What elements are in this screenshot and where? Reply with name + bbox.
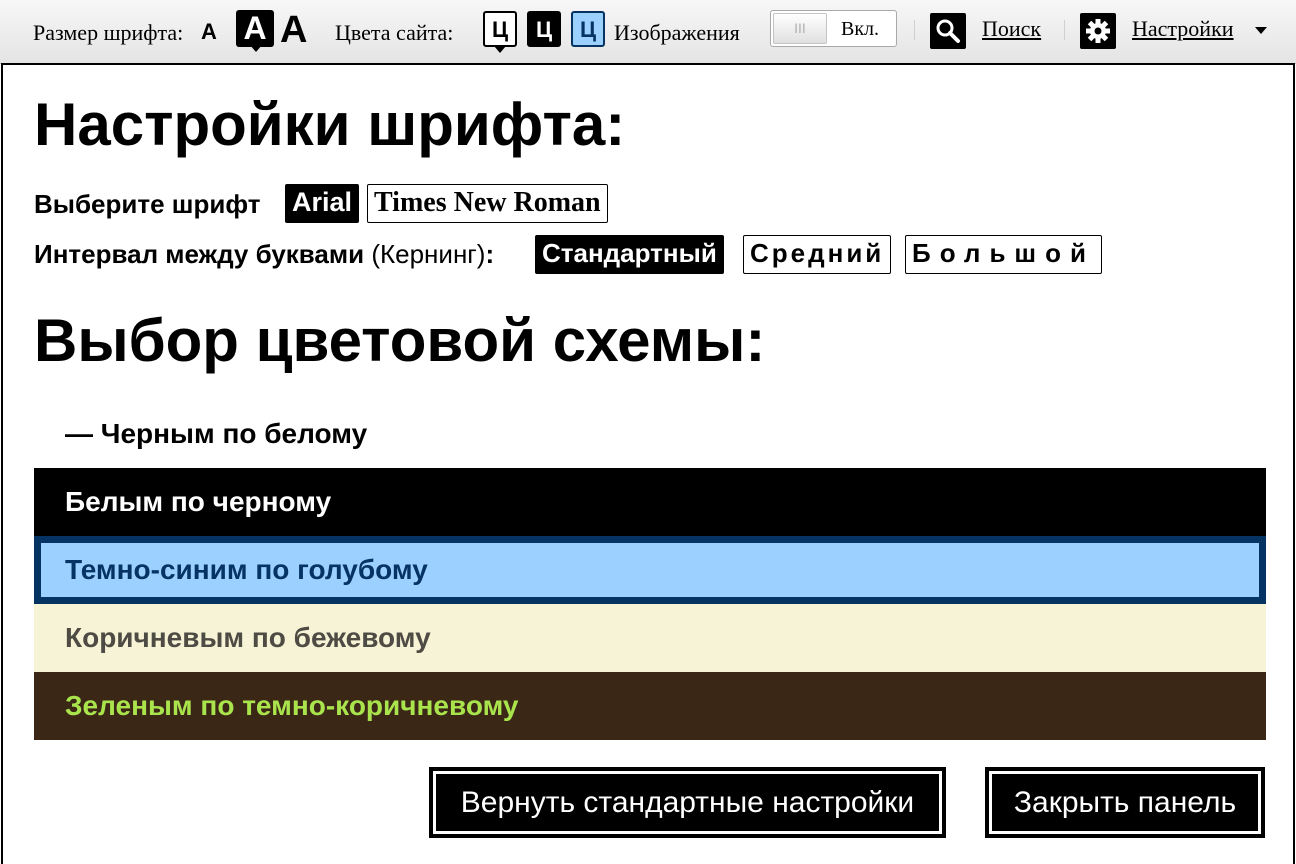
images-toggle-state: Вкл. [841, 18, 880, 40]
accessibility-toolbar: Размер шрифта: A A A Цвета сайта: Ц Ц Ц … [0, 0, 1296, 64]
scheme-green-on-darkbrown[interactable]: Зеленым по темно-коричневому [34, 672, 1266, 740]
kerning-option-standard[interactable]: Стандартный [535, 235, 724, 274]
search-link[interactable]: Поиск [982, 16, 1041, 42]
color-scheme-heading: Выбор цветовой схемы: [34, 307, 766, 374]
gear-icon[interactable] [1080, 13, 1116, 49]
images-toggle[interactable]: III Вкл. [770, 10, 897, 47]
color-scheme-black-on-white-button[interactable]: Ц [483, 11, 517, 47]
site-colors-label: Цвета сайта: [335, 20, 454, 45]
scheme-brown-on-beige[interactable]: Коричневым по бежевому [34, 604, 1266, 672]
kerning-label-main: Интервал между буквами [34, 239, 365, 269]
scheme-black-on-white[interactable]: — Черным по белому [34, 402, 1266, 466]
font-size-label: Размер шрифта: [33, 20, 184, 45]
reset-settings-button[interactable]: Вернуть стандартные настройки [429, 767, 946, 838]
kerning-option-large[interactable]: Большой [905, 235, 1102, 274]
chevron-down-icon[interactable] [1255, 27, 1267, 34]
active-pointer-icon [494, 46, 506, 53]
search-icon[interactable] [930, 13, 966, 49]
kerning-option-medium[interactable]: Средний [743, 235, 892, 274]
color-scheme-white-on-black-button[interactable]: Ц [527, 11, 561, 47]
font-option-arial[interactable]: Arial [285, 184, 360, 223]
close-panel-button[interactable]: Закрыть панель [985, 767, 1265, 838]
color-scheme-blue-button[interactable]: Ц [571, 11, 605, 47]
active-pointer-icon [250, 45, 262, 52]
images-label: Изображения [614, 20, 740, 45]
settings-link[interactable]: Настройки [1132, 16, 1234, 42]
font-settings-heading: Настройки шрифта: [34, 91, 626, 158]
kerning-label-paren: (Кернинг) [364, 239, 486, 269]
toggle-knob[interactable]: III [773, 13, 827, 44]
font-choice-label: Выберите шрифт [34, 189, 261, 219]
font-size-medium-button[interactable]: A [236, 10, 274, 47]
scheme-white-on-black[interactable]: Белым по черному [34, 468, 1266, 536]
toolbar-divider [914, 20, 915, 40]
kerning-label-colon: : [485, 239, 495, 269]
font-size-small-button[interactable]: A [201, 21, 217, 43]
toolbar-divider [1064, 20, 1065, 40]
font-option-times-new-roman[interactable]: Times New Roman [367, 184, 608, 223]
font-size-large-button[interactable]: A [280, 11, 307, 49]
settings-panel: Настройки шрифта: Выберите шрифт Arial T… [1, 63, 1295, 864]
kerning-label: Интервал между буквами (Кернинг): [34, 239, 494, 270]
scheme-darkblue-on-lightblue[interactable]: Темно-синим по голубому [34, 536, 1266, 604]
